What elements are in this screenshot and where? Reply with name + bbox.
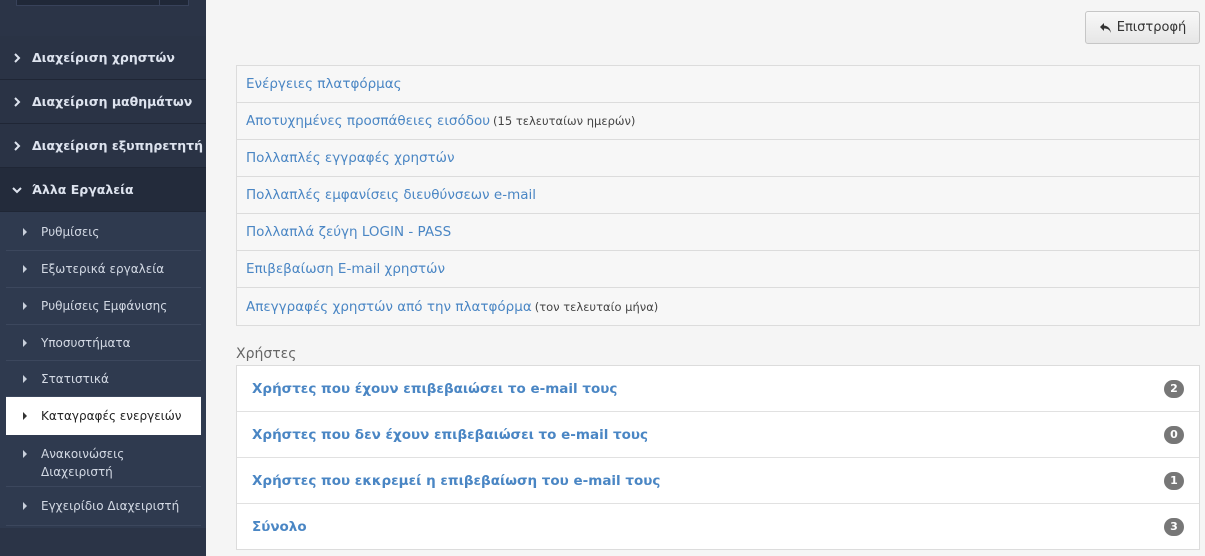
reply-icon <box>1099 22 1111 33</box>
sidebar: Διαχείριση χρηστών Διαχείριση μαθημάτων … <box>0 0 206 556</box>
sidebar-item-label: Καταγραφές ενεργειών <box>41 409 182 423</box>
list-item[interactable]: Χρήστες που έχουν επιβεβαιώσει το e-mail… <box>237 366 1199 412</box>
tool-multiple-emails[interactable]: Πολλαπλές εμφανίσεις διευθύνσεων e-mail <box>237 177 1199 214</box>
tool-list: Ενέργειες πλατφόρμας Αποτυχημένες προσπά… <box>236 65 1200 326</box>
sidebar-item-admin-announcements[interactable]: Ανακοινώσεις Διαχειριστή <box>6 435 201 487</box>
count-badge: 0 <box>1164 425 1184 444</box>
count-badge: 3 <box>1164 517 1184 536</box>
menu-server-management[interactable]: Διαχείριση εξυπηρετητή <box>0 124 206 168</box>
tool-note: (15 τελευταίων ημερών) <box>493 114 636 128</box>
users-section-title: Χρήστες <box>236 346 297 362</box>
menu-other-tools[interactable]: Άλλα Εργαλεία <box>0 168 206 212</box>
list-item[interactable]: Χρήστες που δεν έχουν επιβεβαιώσει το e-… <box>237 412 1199 458</box>
users-stats-list: Χρήστες που έχουν επιβεβαιώσει το e-mail… <box>236 365 1200 550</box>
caret-right-icon <box>23 450 27 458</box>
tool-link[interactable]: Πολλαπλές εμφανίσεις διευθύνσεων e-mail <box>246 187 536 203</box>
caret-right-icon <box>23 338 27 347</box>
tool-email-verification[interactable]: Επιβεβαίωση E-mail χρηστών <box>237 251 1199 288</box>
menu-course-management[interactable]: Διαχείριση μαθημάτων <box>0 80 206 124</box>
tool-multiple-login-pass[interactable]: Πολλαπλά ζεύγη LOGIN - PASS <box>237 214 1199 251</box>
sidebar-item-label: Στατιστικά <box>41 371 109 386</box>
sidebar-item-external-tools[interactable]: Εξωτερικά εργαλεία <box>6 251 201 288</box>
menu-label: Διαχείριση μαθημάτων <box>32 94 193 109</box>
sidebar-item-statistics[interactable]: Στατιστικά <box>6 361 201 397</box>
count-badge: 2 <box>1164 379 1184 398</box>
caret-right-icon <box>23 374 27 383</box>
caret-right-icon <box>23 302 27 310</box>
back-button[interactable]: Επιστροφή <box>1085 11 1200 44</box>
tool-note: (τον τελευταίο μήνα) <box>534 299 659 314</box>
tool-failed-logins[interactable]: Αποτυχημένες προσπάθειες εισόδου (15 τελε… <box>237 103 1199 140</box>
count-badge: 1 <box>1164 471 1184 490</box>
tool-unregistrations[interactable]: Απεγγραφές χρηστών από την πλατφόρμα (τον… <box>237 288 1199 325</box>
sidebar-search-box[interactable] <box>16 0 189 6</box>
stat-label[interactable]: Χρήστες που εκκρεμεί η επιβεβαίωση του e… <box>252 473 660 489</box>
sidebar-item-label: Ρυθμίσεις <box>41 225 100 239</box>
tool-link[interactable]: Ενέργειες πλατφόρμας <box>246 76 402 92</box>
sidebar-item-label: Ανακοινώσεις Διαχειριστή <box>41 447 125 479</box>
sidebar-item-settings[interactable]: Ρυθμίσεις <box>6 214 201 251</box>
caret-right-icon <box>23 228 27 236</box>
sidebar-item-label: Ρυθμίσεις Εμφάνισης <box>41 299 168 313</box>
tool-multiple-registrations[interactable]: Πολλαπλές εγγραφές χρηστών <box>237 140 1199 177</box>
caret-right-icon <box>23 502 27 510</box>
tool-link[interactable]: Απεγγραφές χρηστών από την πλατφόρμα <box>246 299 532 315</box>
stat-label[interactable]: Σύνολο <box>252 519 307 535</box>
sidebar-item-subsystems[interactable]: Υποσυστήματα <box>6 325 201 361</box>
tool-link[interactable]: Πολλαπλά ζεύγη LOGIN - PASS <box>246 224 451 240</box>
sidebar-item-label: Εγχειρίδιο Διαχειριστή <box>41 499 180 513</box>
menu-label: Διαχείριση εξυπηρετητή <box>32 138 204 153</box>
tool-link[interactable]: Επιβεβαίωση E-mail χρηστών <box>246 261 445 277</box>
sidebar-item-appearance[interactable]: Ρυθμίσεις Εμφάνισης <box>6 288 201 325</box>
chevron-right-icon <box>10 139 24 153</box>
back-button-label: Επιστροφή <box>1116 20 1187 35</box>
chevron-right-icon <box>10 95 24 109</box>
menu-label: Άλλα Εργαλεία <box>32 182 134 197</box>
chevron-down-icon <box>10 183 24 197</box>
sidebar-item-activity-logs[interactable]: Καταγραφές ενεργειών <box>6 397 201 435</box>
list-item[interactable]: Σύνολο 3 <box>237 504 1199 549</box>
sidebar-item-label: Υποσυστήματα <box>41 335 131 350</box>
stat-label[interactable]: Χρήστες που έχουν επιβεβαιώσει το e-mail… <box>252 381 617 397</box>
stat-label[interactable]: Χρήστες που δεν έχουν επιβεβαιώσει το e-… <box>252 427 648 443</box>
menu-user-management[interactable]: Διαχείριση χρηστών <box>0 36 206 80</box>
tool-link[interactable]: Αποτυχημένες προσπάθειες εισόδου <box>246 113 490 129</box>
caret-right-icon <box>23 412 27 420</box>
tool-link[interactable]: Πολλαπλές εγγραφές χρηστών <box>246 150 455 166</box>
sidebar-item-label: Εξωτερικά εργαλεία <box>41 262 165 276</box>
tool-platform-actions[interactable]: Ενέργειες πλατφόρμας <box>237 66 1199 103</box>
chevron-right-icon <box>10 51 24 65</box>
sidebar-item-admin-manual[interactable]: Εγχειρίδιο Διαχειριστή <box>6 487 201 526</box>
list-item[interactable]: Χρήστες που εκκρεμεί η επιβεβαίωση του e… <box>237 458 1199 504</box>
menu-label: Διαχείριση χρηστών <box>32 50 175 65</box>
caret-right-icon <box>23 265 27 273</box>
main-content: Επιστροφή Ενέργειες πλατφόρμας Αποτυχημέ… <box>206 0 1205 556</box>
